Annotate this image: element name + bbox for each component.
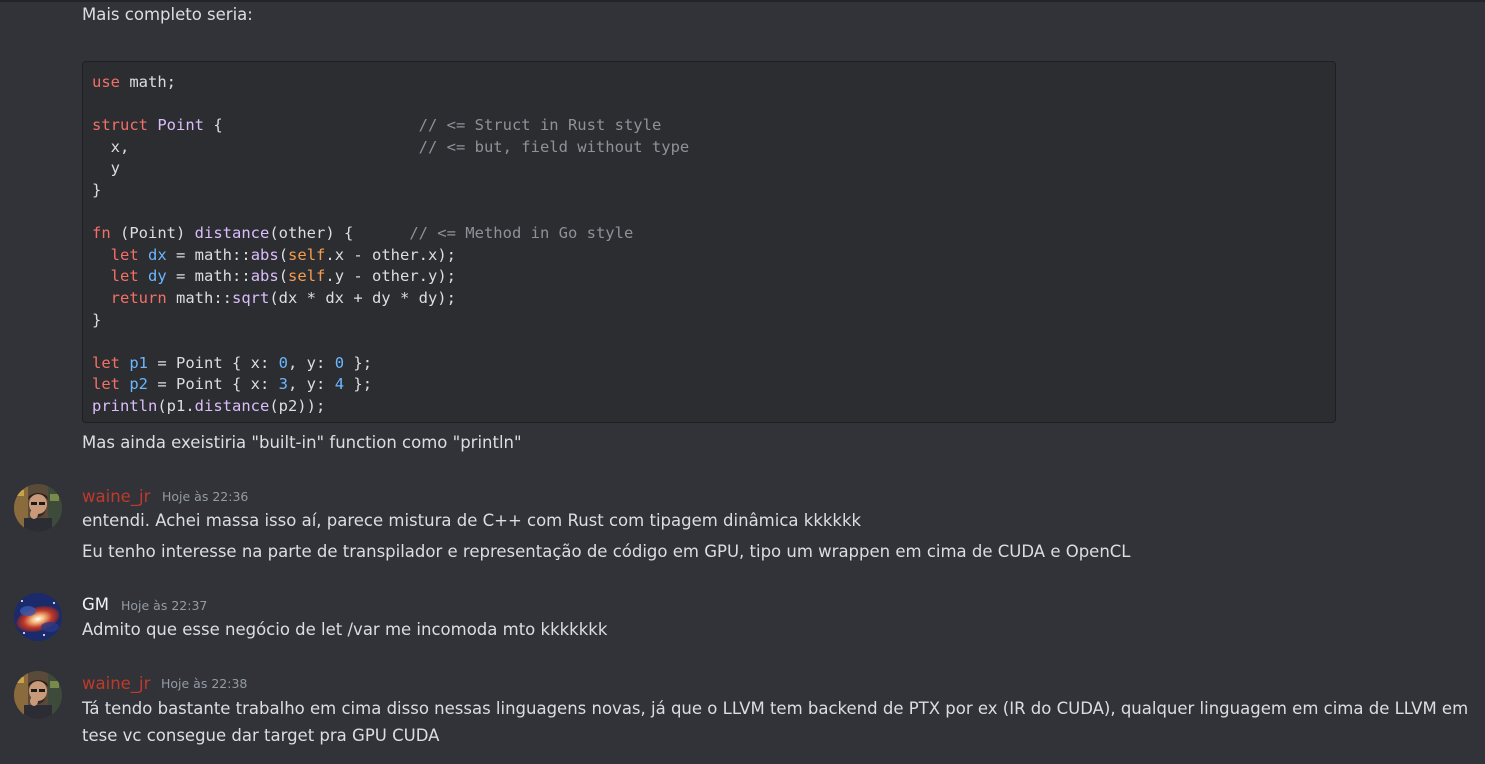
code-line-9: let dx = math::abs(self.x - other.x); <box>110 246 457 264</box>
message-text: Tá tendo bastante trabalho em cima disso… <box>82 699 1469 745</box>
code-line-15: let p2 = Point { x: 3, y: 4 }; <box>92 375 373 393</box>
timestamp: Hoje às 22:37 <box>121 598 208 613</box>
code-line-3: struct Point { // <= Struct in Rust styl… <box>92 116 662 134</box>
code-line-5: y <box>92 159 120 177</box>
timestamp: Hoje às 22:36 <box>162 489 249 504</box>
code-line-6: } <box>92 181 102 199</box>
avatar[interactable] <box>14 671 62 719</box>
code-line-16: println(p1.distance(p2)); <box>92 397 326 415</box>
code-block: use math; struct Point { // <= Struct in… <box>82 61 1336 423</box>
message-text: Mais completo seria: <box>82 5 253 24</box>
timestamp: Hoje às 22:38 <box>161 676 248 691</box>
person-photo-avatar-icon <box>14 484 62 532</box>
author-name[interactable]: waine_jr <box>82 486 150 508</box>
top-divider <box>0 0 1485 2</box>
code-line-4: x, // <= but, field without type <box>92 138 690 156</box>
author-name[interactable]: GM <box>82 594 109 616</box>
avatar[interactable] <box>14 593 62 641</box>
message-text: Eu tenho interesse na parte de transpila… <box>82 542 1131 561</box>
code-line-10: let dy = math::abs(self.y - other.y); <box>110 267 457 285</box>
code-line-1: use math; <box>92 73 176 91</box>
author-name[interactable]: waine_jr <box>82 673 150 695</box>
person-photo-avatar-icon <box>14 671 62 719</box>
code-line-14: let p1 = Point { x: 0, y: 0 }; <box>92 354 373 372</box>
galaxy-nebula-avatar-icon <box>14 593 62 641</box>
code-line-8: fn (Point) distance(other) { // <= Metho… <box>92 224 634 242</box>
avatar[interactable] <box>14 484 62 532</box>
code-line-12: } <box>92 311 102 329</box>
code-line-11: return math::sqrt(dx * dx + dy * dy); <box>110 289 456 307</box>
message-text: Mas ainda exeistiria "built-in" function… <box>82 433 522 452</box>
message-text: Admito que esse negócio de let /var me i… <box>82 620 608 639</box>
message-text: entendi. Achei massa isso aí, parece mis… <box>82 511 862 530</box>
